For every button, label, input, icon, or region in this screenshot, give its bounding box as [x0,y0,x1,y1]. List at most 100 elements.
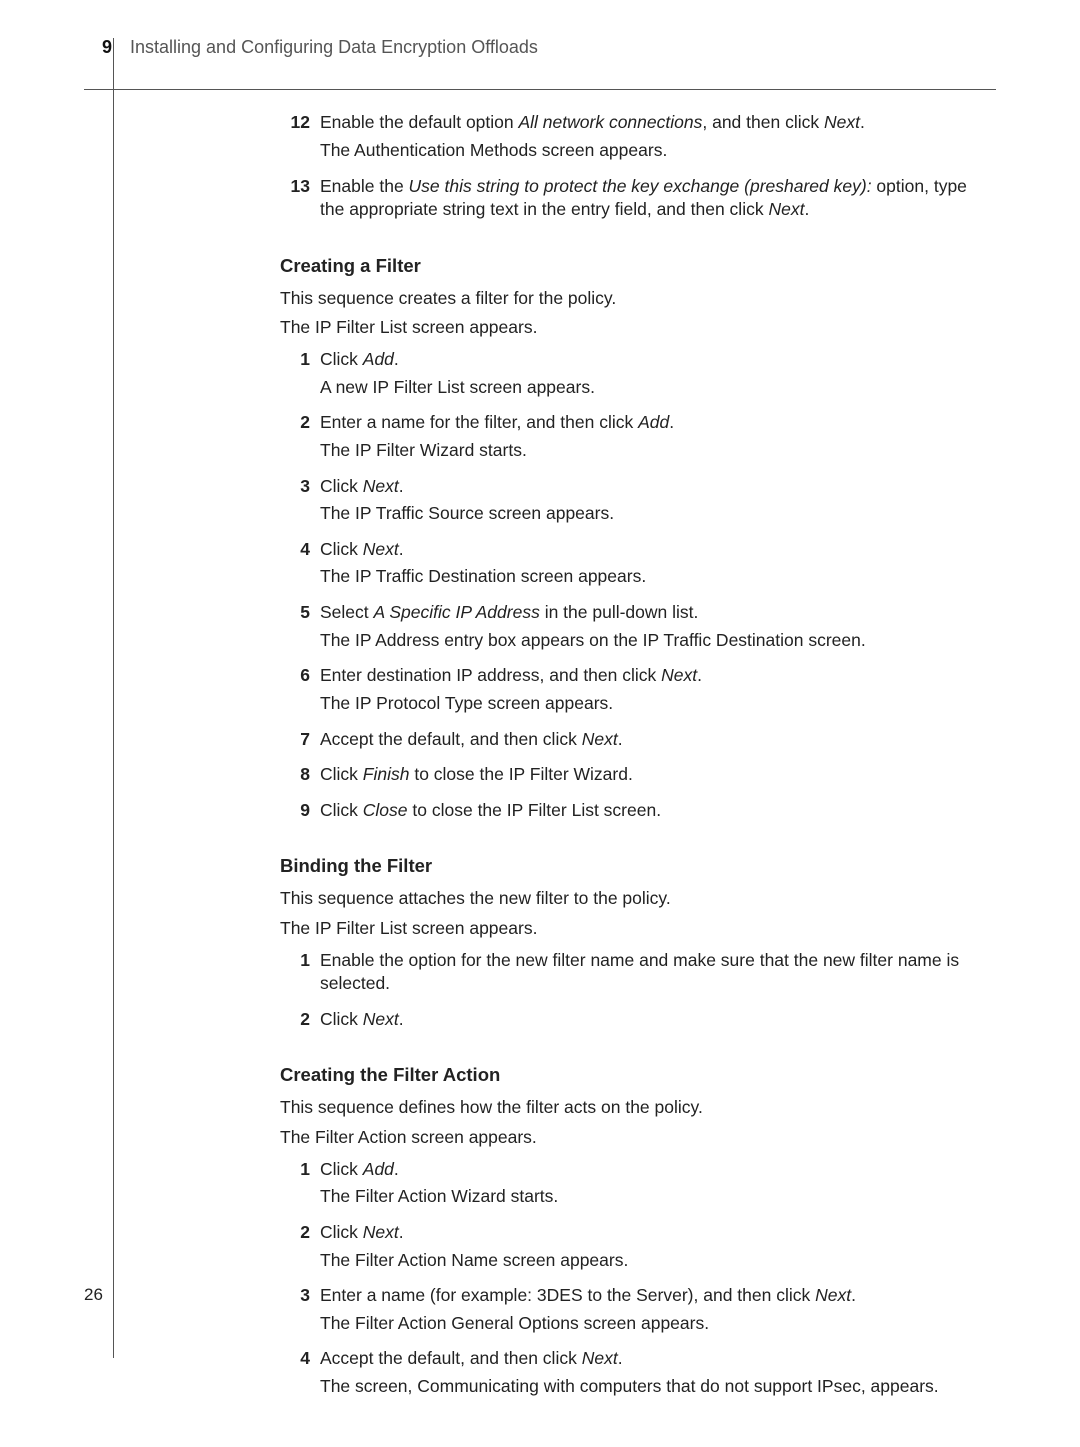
text: . [669,412,674,432]
section-heading-creating-filter-action: Creating the Filter Action [280,1063,996,1088]
text-italic: Add [363,1159,394,1179]
text: . [618,729,623,749]
text-italic: Next [815,1285,851,1305]
step-number: 5 [280,601,310,625]
chapter-title: Installing and Configuring Data Encrypti… [130,35,538,59]
text: Enable the default option [320,112,519,132]
vertical-rule [113,38,114,1358]
step: 1 Click Add. A new IP Filter List screen… [280,348,996,403]
step-body: Enter destination IP address, and then c… [320,664,996,719]
step-number: 1 [280,1158,310,1182]
step-result: A new IP Filter List screen appears. [320,376,996,400]
text: Enter a name for the filter, and then cl… [320,412,638,432]
step-body: Accept the default, and then click Next.… [320,1347,996,1402]
step: 4 Accept the default, and then click Nex… [280,1347,996,1402]
step: 12 Enable the default option All network… [280,111,996,166]
step-body: Enable the default option All network co… [320,111,996,166]
text-italic: Next [363,1222,399,1242]
step: 8 Click Finish to close the IP Filter Wi… [280,763,996,791]
chapter-number: 9 [84,35,112,59]
step-number: 2 [280,1221,310,1245]
text: . [399,539,404,559]
text: . [618,1348,623,1368]
text: Click [320,800,363,820]
step-number: 3 [280,1284,310,1308]
text: to close the IP Filter List screen. [408,800,662,820]
step: 3 Enter a name (for example: 3DES to the… [280,1284,996,1339]
step-body: Select A Specific IP Address in the pull… [320,601,996,656]
text: . [394,1159,399,1179]
text: to close the IP Filter Wizard. [409,764,632,784]
text: Enable the option for the new filter nam… [320,949,996,996]
section-heading-binding-filter: Binding the Filter [280,854,996,879]
step-number: 7 [280,728,310,752]
step-number: 1 [280,949,310,973]
text: . [851,1285,856,1305]
step: 1 Click Add. The Filter Action Wizard st… [280,1158,996,1213]
step-body: Accept the default, and then click Next. [320,728,996,756]
step: 4 Click Next. The IP Traffic Destination… [280,538,996,593]
step-number: 2 [280,411,310,435]
step: 13 Enable the Use this string to protect… [280,175,996,226]
step-number: 9 [280,799,310,823]
step-result: The Authentication Methods screen appear… [320,139,996,163]
step-body: Click Close to close the IP Filter List … [320,799,996,827]
step: 2 Click Next. The Filter Action Name scr… [280,1221,996,1276]
step-body: Enable the option for the new filter nam… [320,949,996,1000]
text-italic: Add [363,349,394,369]
body-content: 12 Enable the default option All network… [280,111,996,1402]
text: Click [320,1009,363,1029]
text-italic: Next [582,729,618,749]
step-body: Click Next. The IP Traffic Destination s… [320,538,996,593]
intro-text: The IP Filter List screen appears. [280,316,996,340]
text: Accept the default, and then click [320,729,582,749]
step-body: Click Next. The Filter Action Name scree… [320,1221,996,1276]
text: Click [320,764,363,784]
step-body: Click Next. The IP Traffic Source screen… [320,475,996,530]
step-body: Click Add. The Filter Action Wizard star… [320,1158,996,1213]
step-result: The IP Address entry box appears on the … [320,629,996,653]
text-italic: Next [363,476,399,496]
text: , and then click [702,112,824,132]
step: 2 Click Next. [280,1008,996,1036]
step-number: 12 [280,111,310,135]
intro-text: The IP Filter List screen appears. [280,917,996,941]
text: . [399,1222,404,1242]
step-number: 1 [280,348,310,372]
step-result: The IP Traffic Source screen appears. [320,502,996,526]
step-body: Enter a name for the filter, and then cl… [320,411,996,466]
step: 5 Select A Specific IP Address in the pu… [280,601,996,656]
intro-text: The Filter Action screen appears. [280,1126,996,1150]
step-number: 2 [280,1008,310,1032]
step-number: 3 [280,475,310,499]
step-body: Click Finish to close the IP Filter Wiza… [320,763,996,791]
step-number: 8 [280,763,310,787]
step: 7 Accept the default, and then click Nex… [280,728,996,756]
step-result: The Filter Action Name screen appears. [320,1249,996,1273]
intro-text: This sequence creates a filter for the p… [280,287,996,311]
text-italic: Finish [363,764,410,784]
text-italic: Use this string to protect the key excha… [409,176,872,196]
text: . [804,199,809,219]
step: 2 Enter a name for the filter, and then … [280,411,996,466]
step-result: The IP Traffic Destination screen appear… [320,565,996,589]
step-body: Click Add. A new IP Filter List screen a… [320,348,996,403]
section-heading-creating-filter: Creating a Filter [280,254,996,279]
text: Enter destination IP address, and then c… [320,665,661,685]
step-body: Enter a name (for example: 3DES to the S… [320,1284,996,1339]
page-number: 26 [84,1284,103,1307]
text: Click [320,349,363,369]
intro-text: This sequence attaches the new filter to… [280,887,996,911]
step-body: Enable the Use this string to protect th… [320,175,996,226]
text-italic: Next [363,1009,399,1029]
text: Accept the default, and then click [320,1348,582,1368]
text-italic: Next [768,199,804,219]
text-italic: Next [661,665,697,685]
step: 1 Enable the option for the new filter n… [280,949,996,1000]
text: . [394,349,399,369]
step-body: Click Next. [320,1008,996,1036]
text-italic: A Specific IP Address [374,602,540,622]
text: Enable the [320,176,409,196]
step-number: 13 [280,175,310,199]
text: . [399,476,404,496]
